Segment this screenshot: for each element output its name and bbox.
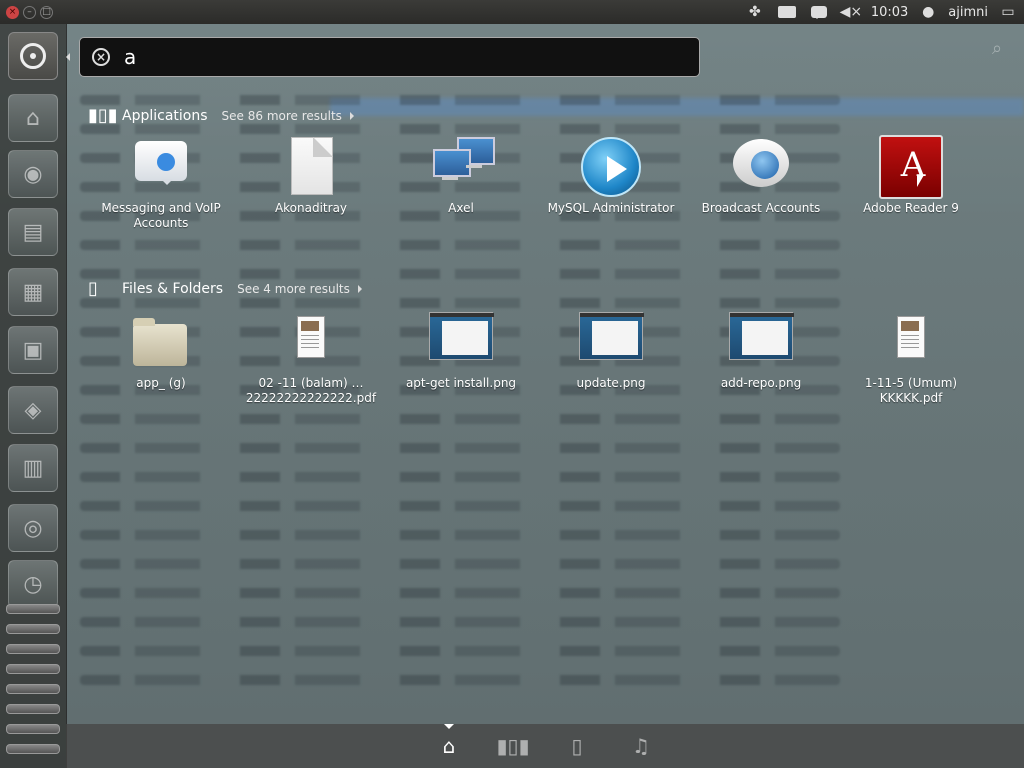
- applications-header: ▮▯▮ Applications See 86 more results: [88, 106, 358, 126]
- applications-lens-icon[interactable]: ▮▯▮: [481, 724, 545, 768]
- mouse-cursor-icon: [917, 175, 924, 187]
- cabinet-icon: ▥: [22, 455, 44, 481]
- pdf-icon: [279, 310, 343, 374]
- lens-bar: ⌂ ▮▯▮ ▯ ♫: [66, 724, 1024, 768]
- impress-icon: ▣: [22, 337, 44, 363]
- chrome-icon: ◎: [23, 515, 43, 541]
- writer-icon: ▤: [22, 219, 44, 245]
- document-icon: [279, 135, 343, 199]
- impress-launcher[interactable]: ▣: [8, 326, 58, 374]
- folder-icon: [129, 310, 193, 374]
- calc-launcher[interactable]: ▦: [8, 268, 58, 316]
- messaging-indicator-icon[interactable]: [808, 3, 830, 21]
- file-tile[interactable]: apt-get install.png: [386, 310, 536, 391]
- minimize-icon[interactable]: –: [23, 5, 36, 19]
- launcher-stacked-item[interactable]: [6, 604, 60, 614]
- file-tile-label: apt-get install.png: [405, 376, 517, 390]
- file-tile[interactable]: 02 -11 (balam) …22222222222222.pdf: [236, 310, 386, 406]
- shopping-bag-icon: ◈: [24, 397, 42, 423]
- music-lens-icon[interactable]: ♫: [609, 724, 673, 768]
- screenshot-icon: [429, 310, 494, 374]
- globe-icon: [729, 135, 793, 199]
- clear-search-icon[interactable]: ×: [92, 48, 110, 66]
- app-tile-label: Adobe Reader 9: [863, 201, 959, 215]
- screenshot-icon: [729, 310, 794, 374]
- applications-more-arrow-icon[interactable]: [349, 112, 358, 120]
- writer-launcher[interactable]: ▤: [8, 208, 58, 256]
- clock[interactable]: 10:03: [871, 5, 908, 20]
- launcher-stacked-item[interactable]: [6, 704, 60, 714]
- launcher: ⌂ ◉ ▤ ▦ ▣ ◈ ▥ ◎ ◷: [0, 24, 67, 768]
- app-tile[interactable]: Messaging and VoIP Accounts: [86, 135, 236, 231]
- close-icon[interactable]: ×: [6, 5, 19, 19]
- firefox-launcher[interactable]: ◉: [8, 150, 58, 198]
- file-cabinet-launcher[interactable]: ▥: [8, 444, 58, 492]
- launcher-stacked-item[interactable]: [6, 744, 60, 754]
- app-tile-label: Axel: [448, 201, 474, 215]
- play-icon: [579, 135, 643, 199]
- app-tile[interactable]: Akonaditray: [236, 135, 386, 216]
- launcher-stacked-item[interactable]: [6, 624, 60, 634]
- file-tile-label: update.png: [576, 376, 646, 390]
- top-panel: × – □ ✤ ◀× 10:03 ● ajimni ▭: [0, 0, 1024, 24]
- file-tile[interactable]: update.png: [536, 310, 686, 391]
- app-tile[interactable]: A Adobe Reader 9: [836, 135, 986, 216]
- calc-icon: ▦: [22, 279, 44, 305]
- file-tile-label: app_ (g): [136, 376, 186, 390]
- files-title: Files & Folders: [122, 281, 224, 297]
- indicator-area: ✤ ◀× 10:03 ● ajimni ▭: [739, 0, 1024, 24]
- user-icon: ●: [922, 4, 935, 20]
- maximize-icon[interactable]: □: [40, 5, 53, 19]
- clock-launcher[interactable]: ◷: [8, 560, 58, 608]
- file-tile-label: 02 -11 (balam) …22222222222222.pdf: [245, 376, 377, 405]
- app-tile-label: MySQL Administrator: [547, 201, 675, 215]
- dash-arrow-icon: [62, 53, 70, 61]
- network-icon: [429, 135, 495, 199]
- file-tile-label: 1-11-5 (Umum) KKKKK.pdf: [864, 376, 958, 405]
- file-tile[interactable]: 1-11-5 (Umum) KKKKK.pdf: [836, 310, 986, 406]
- chrome-launcher[interactable]: ◎: [8, 504, 58, 552]
- ubuntu-logo-icon: [20, 43, 46, 69]
- applications-category-icon: ▮▯▮: [88, 105, 118, 126]
- file-tile[interactable]: app_ (g): [86, 310, 236, 391]
- session-icon[interactable]: ▭: [997, 3, 1019, 21]
- app-tile[interactable]: MySQL Administrator: [536, 135, 686, 216]
- search-box[interactable]: ×: [79, 37, 700, 77]
- app-tile-label: Akonaditray: [274, 201, 348, 215]
- files-header: ▯ Files & Folders See 4 more results: [88, 279, 366, 299]
- launcher-stacked-item[interactable]: [6, 664, 60, 674]
- file-tile-label: add-repo.png: [720, 376, 802, 390]
- launcher-stacked-item[interactable]: [6, 644, 60, 654]
- messaging-icon: [129, 135, 193, 199]
- app-tile[interactable]: Broadcast Accounts: [686, 135, 836, 216]
- clock-app-icon: ◷: [23, 571, 43, 597]
- launcher-stacked-item[interactable]: [6, 724, 60, 734]
- file-tile[interactable]: add-repo.png: [686, 310, 836, 391]
- files-more-link[interactable]: See 4 more results: [237, 282, 350, 296]
- app-tile-label: Broadcast Accounts: [701, 201, 821, 215]
- firefox-icon: ◉: [23, 161, 43, 187]
- software-center-launcher[interactable]: ◈: [8, 386, 58, 434]
- screenshot-icon: [579, 310, 644, 374]
- network-indicator-icon[interactable]: ✤: [744, 3, 766, 21]
- applications-more-link[interactable]: See 86 more results: [222, 109, 342, 123]
- home-icon: ⌂: [26, 105, 40, 131]
- app-tile-label: Messaging and VoIP Accounts: [101, 201, 221, 230]
- search-icon: ⌕: [992, 38, 1003, 59]
- user-name[interactable]: ajimni: [948, 5, 988, 20]
- volume-muted-icon[interactable]: ◀×: [840, 3, 863, 21]
- search-input[interactable]: [122, 44, 666, 70]
- files-lens-icon[interactable]: ▯: [545, 724, 609, 768]
- app-tile[interactable]: Axel: [386, 135, 536, 216]
- applications-title: Applications: [122, 108, 208, 124]
- adobe-reader-icon: A: [879, 135, 943, 199]
- launcher-stacked-item[interactable]: [6, 684, 60, 694]
- files-category-icon: ▯: [88, 278, 98, 299]
- files-more-arrow-icon[interactable]: [357, 285, 366, 293]
- mail-indicator-icon[interactable]: [776, 3, 798, 21]
- dash-home-button[interactable]: [8, 32, 58, 80]
- home-lens-icon[interactable]: ⌂: [417, 724, 481, 768]
- pdf-icon: [879, 310, 943, 374]
- home-folder-launcher[interactable]: ⌂: [8, 94, 58, 142]
